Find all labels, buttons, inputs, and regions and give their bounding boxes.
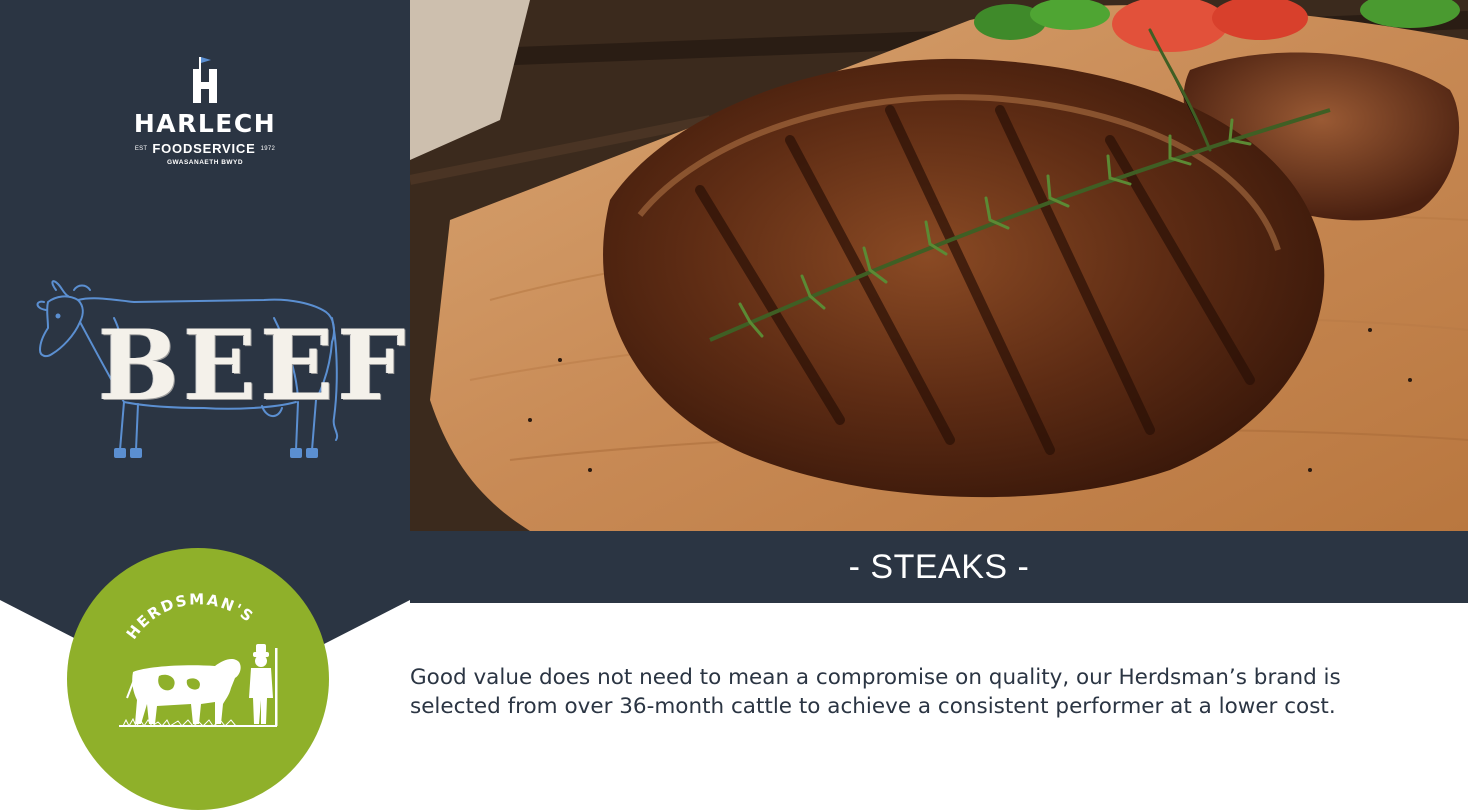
category-title: BEEF	[98, 309, 410, 422]
brand-welsh-tagline: GWASANAETH BWYD	[166, 159, 244, 166]
brand-division-line: EST FOODSERVICE 1972	[100, 141, 310, 156]
brand-year: 1972	[260, 145, 276, 152]
grilled-steak-illustration	[410, 0, 1468, 531]
section-title: - STEAKS -	[848, 547, 1030, 586]
hero-image	[410, 0, 1468, 531]
section-title-bar: - STEAKS -	[410, 531, 1468, 603]
brand-est: EST	[134, 145, 148, 152]
brand-name: HARLECH	[133, 109, 277, 138]
herdsmans-badge: HERDSMAN'S	[67, 548, 329, 810]
harlech-h-icon	[193, 57, 217, 103]
product-description: Good value does not need to mean a compr…	[410, 664, 1341, 719]
harlech-logo[interactable]: HARLECH EST FOODSERVICE 1972 GWASANAETH …	[100, 56, 310, 166]
brand-division: FOODSERVICE	[152, 141, 256, 156]
